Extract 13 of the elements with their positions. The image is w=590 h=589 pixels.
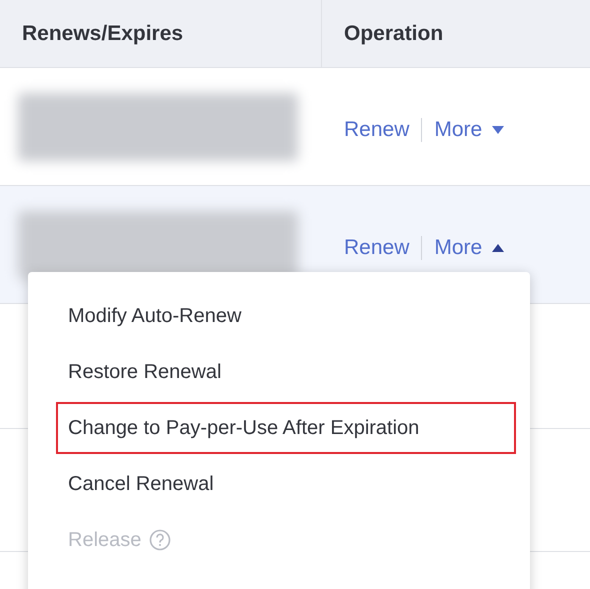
- help-icon: [149, 529, 172, 551]
- more-dropdown[interactable]: More: [434, 114, 504, 146]
- menu-item[interactable]: Cancel Renewal: [56, 458, 516, 510]
- menu-item[interactable]: Modify Auto-Renew: [56, 290, 516, 342]
- menu-item[interactable]: Change to Pay-per-Use After Expiration: [56, 402, 516, 454]
- caret-down-icon: [492, 126, 504, 134]
- caret-up-icon: [492, 244, 504, 252]
- renew-link[interactable]: Renew: [344, 232, 410, 264]
- column-header: Renews/Expires: [22, 20, 184, 47]
- menu-item[interactable]: Restore Renewal: [56, 346, 516, 398]
- column-header: Operation: [344, 20, 444, 47]
- renew-link[interactable]: Renew: [344, 114, 410, 146]
- more-dropdown[interactable]: More: [434, 232, 504, 264]
